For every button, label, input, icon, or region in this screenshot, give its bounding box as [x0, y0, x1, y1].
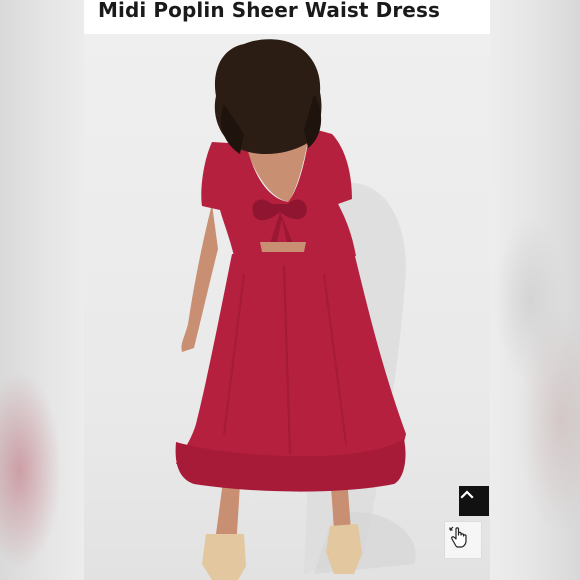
- scroll-to-top-button[interactable]: [459, 486, 489, 516]
- model-illustration: [175, 39, 416, 580]
- hand-pointer-icon[interactable]: [444, 521, 482, 559]
- hand-pointer-icon-glyph: [449, 526, 467, 548]
- product-photo[interactable]: [84, 34, 490, 580]
- blurred-backdrop-left: [0, 0, 84, 580]
- blurred-backdrop-right: [490, 0, 580, 580]
- product-title: Midi Poplin Sheer Waist Dress: [98, 0, 440, 22]
- product-card: Midi Poplin Sheer Waist Dress: [84, 0, 490, 580]
- chevron-up-icon: [460, 490, 474, 499]
